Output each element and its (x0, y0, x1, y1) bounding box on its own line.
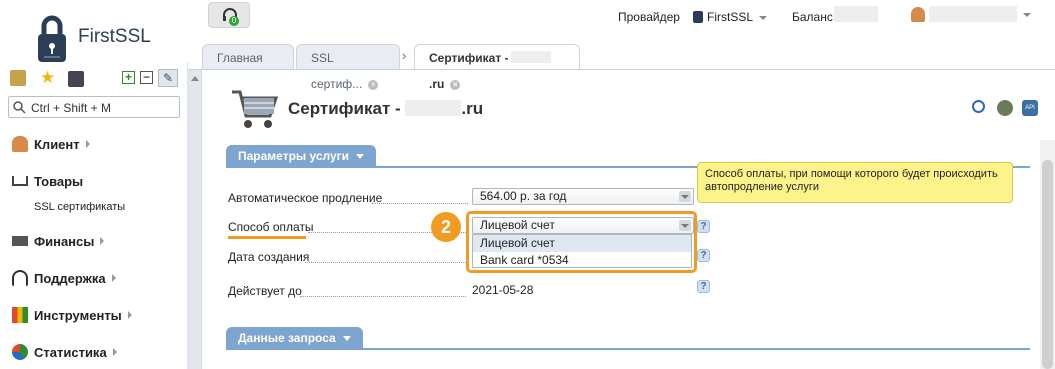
section-divider (226, 348, 1030, 350)
refresh-icon[interactable] (972, 100, 985, 113)
sidebar-subitem-ssl[interactable]: SSL сертификаты (34, 201, 125, 213)
username-redacted (929, 6, 1017, 22)
help-icon[interactable]: ? (697, 280, 710, 293)
tab-ssl-certificates[interactable]: SSL сертиф... × (296, 44, 400, 91)
lock-icon (693, 11, 703, 23)
sidebar-item-label: Финансы (34, 234, 95, 249)
tab-suffix: .ru (429, 77, 445, 91)
tab-label: Сертификат - (429, 51, 509, 65)
logo-lock-icon (38, 15, 66, 62)
tab-home[interactable]: Главная (202, 44, 294, 70)
section-title: Параметры услуги (238, 149, 350, 163)
page-title-suffix: .ru (461, 99, 484, 118)
sidebar-item-products[interactable]: Товары (12, 173, 83, 191)
top-bar (0, 0, 1055, 38)
user-icon (12, 136, 28, 152)
globe-icon[interactable] (997, 100, 1013, 116)
auto-renew-label: Автоматическое продление (228, 191, 383, 205)
section-title: Данные запроса (238, 331, 336, 345)
step-badge: 2 (431, 212, 461, 242)
sidebar-item-tools[interactable]: Инструменты (12, 307, 132, 325)
payment-method-label: Способ оплаты (228, 220, 314, 234)
domain-redacted (510, 51, 551, 63)
expand-all-icon[interactable]: + (122, 71, 135, 84)
sidebar-item-support[interactable]: Поддержка (12, 270, 116, 288)
pin-icon[interactable]: ✎ (158, 69, 178, 87)
chart-icon (12, 344, 28, 360)
tab-certificate[interactable]: Сертификат - .ru × (414, 44, 580, 91)
sidebar-item-statistics[interactable]: Статистика (12, 344, 117, 362)
logo-text: FirstSSL (78, 26, 151, 47)
sidebar-item-label: Статистика (34, 345, 107, 360)
chevron-down-icon (679, 191, 691, 202)
search-icon (13, 101, 26, 114)
tab-divider (188, 69, 1055, 70)
api-icon[interactable]: API (1022, 100, 1038, 116)
chevron-down-icon (343, 336, 352, 341)
provider-value: FirstSSL (707, 10, 754, 24)
payment-highlight-frame (466, 211, 697, 273)
clipboard-icon[interactable] (68, 71, 84, 87)
chevron-right-icon (111, 274, 116, 282)
user-avatar-icon (911, 7, 925, 22)
chevron-down-icon (759, 15, 768, 20)
tools-icon (12, 307, 28, 323)
sidebar-item-label: Клиент (34, 137, 80, 152)
valid-until-value: 2021-05-28 (472, 283, 534, 297)
close-icon[interactable]: × (368, 79, 379, 90)
balance-label: Баланс (792, 10, 833, 24)
sidebar-item-label: Поддержка (34, 271, 106, 286)
collapse-up-icon (191, 76, 199, 81)
sidebar-item-client[interactable]: Клиент (12, 136, 90, 154)
page-title: Сертификат - .ru (288, 99, 483, 119)
leader-dots (372, 203, 468, 204)
headset-icon (12, 270, 28, 286)
scrollbar-thumb[interactable] (1042, 160, 1053, 369)
page-title-prefix: Сертификат - (288, 99, 401, 118)
sidebar-splitter[interactable] (188, 70, 202, 369)
section-request-data[interactable]: Данные запроса (226, 327, 364, 349)
auto-renew-value: 564.00 р. за год (480, 189, 567, 203)
help-icon[interactable]: ? (697, 220, 710, 233)
chevron-right-icon (127, 311, 132, 319)
tree-icon[interactable] (10, 70, 26, 86)
close-icon[interactable]: × (450, 79, 461, 90)
chevron-down-icon (356, 154, 365, 159)
user-menu[interactable] (911, 6, 1031, 24)
chevron-right-icon (85, 140, 90, 148)
sidebar-item-finance[interactable]: Финансы (12, 233, 105, 251)
collapse-all-icon[interactable]: − (140, 71, 153, 84)
chevron-down-icon (1023, 13, 1031, 17)
help-icon[interactable]: ? (697, 249, 710, 262)
chevron-right-icon (112, 348, 117, 356)
main-scrollbar[interactable] (1040, 140, 1055, 369)
chevron-right-icon (100, 237, 105, 245)
balance-value-redacted (834, 6, 878, 22)
leader-dots (300, 296, 466, 297)
star-icon[interactable]: ★ (40, 69, 56, 86)
payment-label-underline (228, 236, 306, 239)
sidebar-search-input[interactable]: Ctrl + Shift + M (8, 96, 180, 118)
sidebar-toolbar: ★ + − ✎ (10, 69, 180, 88)
cart-icon (232, 90, 278, 128)
auto-renew-select[interactable]: 564.00 р. за год (472, 188, 694, 205)
created-date-label: Дата создания (228, 250, 310, 264)
payment-tooltip: Способ оплаты, при помощи которого будет… (697, 162, 1013, 203)
sidebar-item-label: Инструменты (34, 308, 122, 323)
notifications-button[interactable]: 0 (208, 2, 250, 28)
tab-label: SSL сертиф... (311, 51, 363, 91)
section-service-params[interactable]: Параметры услуги (226, 145, 377, 167)
valid-until-label: Действует до (228, 284, 302, 298)
domain-redacted (405, 100, 462, 116)
sidebar-item-label: Товары (34, 174, 84, 189)
cart-icon (12, 176, 28, 186)
provider-selector[interactable]: FirstSSL (693, 10, 768, 24)
breadcrumb-arrow-icon: › (402, 48, 407, 63)
leader-dots (305, 262, 468, 263)
finance-icon (12, 236, 28, 246)
provider-label: Провайдер (618, 10, 680, 24)
notifications-count: 0 (229, 16, 239, 26)
tab-bar: Главная SSL сертиф... × › Сертификат - .ru… (188, 44, 1055, 91)
search-placeholder: Ctrl + Shift + M (31, 101, 112, 115)
